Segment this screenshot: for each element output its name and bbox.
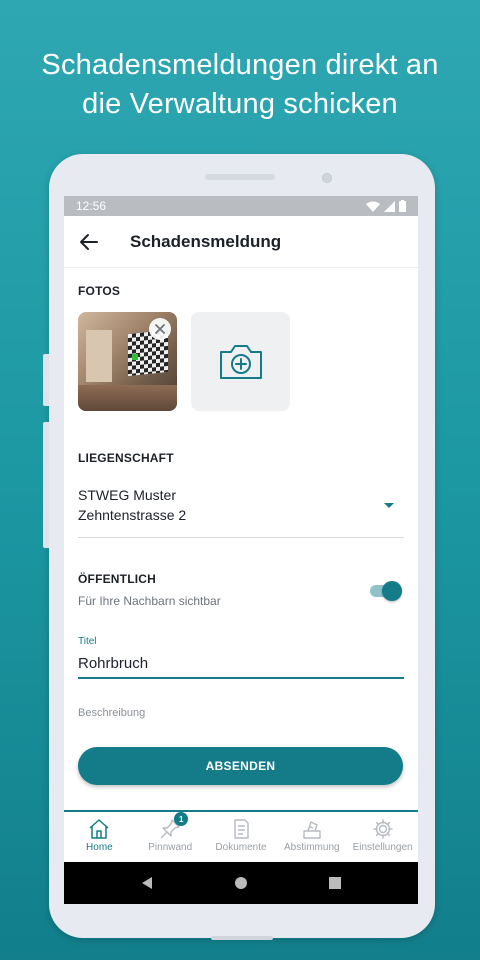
tab-dokumente[interactable]: Dokumente	[206, 812, 277, 862]
phone-speaker	[205, 174, 275, 180]
public-toggle[interactable]	[370, 580, 402, 601]
title-input[interactable]	[78, 647, 404, 679]
app-bar: Schadensmeldung	[64, 216, 418, 268]
tab-label-einstellungen: Einstellungen	[352, 842, 413, 853]
phone-bottom-notch	[211, 936, 273, 940]
photo-content	[86, 330, 112, 382]
tab-label-dokumente: Dokumente	[215, 842, 267, 853]
title-field-label: Titel	[78, 636, 97, 647]
promo-headline: Schadensmeldungen direkt an die Verwaltu…	[0, 46, 480, 124]
public-label: ÖFFENTLICH	[78, 572, 156, 586]
notification-badge: 1	[174, 812, 189, 826]
status-time: 12:56	[76, 199, 107, 213]
form-content: FOTOS LIEGENSCHAFT STWEG Muster Zehntens…	[64, 284, 418, 785]
description-input[interactable]: Beschreibung	[78, 707, 404, 719]
nav-recents-icon[interactable]	[328, 876, 342, 890]
submit-button[interactable]: ABSENDEN	[78, 747, 403, 785]
app-screen: 12:56 Schadensmeldung FOTOS LIEGENSCHAFT…	[64, 196, 418, 904]
tab-pinnwand[interactable]: 1 Pinnwand	[135, 812, 206, 862]
wifi-icon	[366, 201, 380, 212]
promo-headline-line2: die Verwaltung schicken	[82, 88, 398, 120]
photo-content-marker	[132, 354, 138, 360]
toggle-thumb	[382, 581, 402, 601]
promo-headline-line1: Schadensmeldungen direkt an	[41, 49, 439, 81]
tab-label-home: Home	[86, 842, 113, 853]
nav-back-icon[interactable]	[140, 876, 154, 890]
tab-home[interactable]: Home	[64, 812, 135, 862]
tab-label-pinnwand: Pinnwand	[148, 842, 193, 853]
public-toggle-row: ÖFFENTLICH Für Ihre Nachbarn sichtbar	[78, 572, 404, 608]
android-nav-bar	[64, 862, 418, 904]
property-value: STWEG Muster Zehntenstrasse 2	[78, 485, 186, 525]
status-bar: 12:56	[64, 196, 418, 216]
home-icon	[89, 819, 109, 839]
arrow-left-icon[interactable]	[78, 231, 100, 253]
phone-side-button-lower	[43, 422, 49, 548]
page-title: Schadensmeldung	[130, 231, 282, 251]
nav-home-icon[interactable]	[234, 876, 248, 890]
property-select[interactable]: STWEG Muster Zehntenstrasse 2	[78, 465, 404, 538]
document-icon	[234, 819, 249, 839]
tab-label-abstimmung: Abstimmung	[284, 842, 340, 853]
photo-list	[78, 312, 404, 411]
signal-icon	[384, 200, 395, 212]
phone-side-button-upper	[43, 354, 49, 406]
phone-frame: 12:56 Schadensmeldung FOTOS LIEGENSCHAFT…	[43, 154, 435, 940]
property-label: LIEGENSCHAFT	[78, 451, 174, 465]
phone-camera	[322, 173, 332, 183]
close-icon	[155, 324, 165, 334]
vote-icon	[303, 821, 321, 839]
property-value-line2: Zehntenstrasse 2	[78, 507, 187, 523]
public-sublabel: Für Ihre Nachbarn sichtbar	[78, 594, 221, 608]
tab-einstellungen[interactable]: Einstellungen	[347, 812, 418, 862]
chevron-down-icon	[384, 502, 394, 508]
photo-thumbnail[interactable]	[78, 312, 177, 411]
add-photo-button[interactable]	[191, 312, 290, 411]
battery-icon	[399, 200, 406, 212]
photos-label: FOTOS	[78, 284, 121, 298]
camera-add-icon	[219, 344, 262, 379]
remove-photo-button[interactable]	[149, 318, 171, 340]
property-value-line1: STWEG Muster	[78, 487, 177, 503]
gear-icon	[372, 819, 393, 839]
tab-abstimmung[interactable]: Abstimmung	[276, 812, 347, 862]
bottom-tab-bar: Home 1 Pinnwand Dokumente Abstimmung Ein…	[64, 810, 418, 862]
photo-content-floor	[78, 385, 177, 411]
status-icons	[366, 200, 406, 212]
